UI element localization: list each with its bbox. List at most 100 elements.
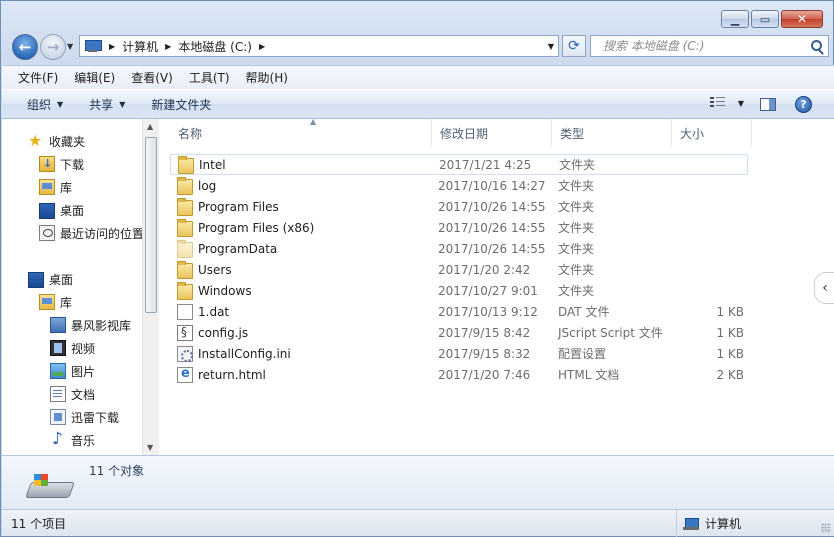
- recent-pages-dropdown[interactable]: ▼: [67, 42, 73, 51]
- column-header-size[interactable]: 大小: [672, 119, 752, 147]
- column-size-label: 大小: [680, 126, 705, 141]
- file-name: Program Files (x86): [198, 220, 315, 235]
- search-icon[interactable]: [811, 40, 822, 51]
- back-button[interactable]: ←: [12, 34, 38, 60]
- arrow-right-icon: →: [46, 38, 60, 56]
- recent-places-icon: [39, 225, 55, 241]
- file-name: 1.dat: [198, 304, 230, 319]
- address-bar[interactable]: ▶ 计算机 ▶ 本地磁盘 (C:) ▶ ▼: [79, 35, 559, 57]
- nav-libraries[interactable]: 库: [39, 291, 72, 313]
- file-name: config.js: [198, 325, 249, 340]
- close-button[interactable]: ✕: [781, 10, 823, 28]
- table-row[interactable]: return.html 2017/1/20 7:46 HTML 文档 2 KB: [170, 364, 750, 385]
- table-row[interactable]: InstallConfig.ini 2017/9/15 8:32 配置设置 1 KB: [170, 343, 750, 364]
- file-date: 2017/10/16 14:27: [438, 178, 546, 193]
- hidden-folder-icon: [177, 239, 193, 258]
- nav-lib-pictures[interactable]: 图片: [50, 360, 95, 382]
- html-file-icon: [177, 366, 193, 383]
- forward-button[interactable]: →: [40, 34, 66, 60]
- expand-pane-button[interactable]: ‹: [814, 272, 834, 304]
- nav-lib-baofeng[interactable]: 暴风影视库: [50, 314, 131, 336]
- minimize-button[interactable]: ▁: [721, 10, 749, 28]
- computer-icon: [683, 517, 699, 531]
- scroll-thumb[interactable]: [145, 137, 157, 313]
- nav-lib-xunlei[interactable]: 迅雷下载: [50, 406, 119, 428]
- menu-view[interactable]: 查看(V): [125, 67, 179, 88]
- details-pane: 11 个对象: [2, 455, 834, 509]
- scroll-down-icon[interactable]: ▼: [147, 443, 153, 452]
- new-folder-button[interactable]: 新建文件夹: [142, 93, 220, 116]
- nav-favorites-label: 收藏夹: [49, 134, 86, 149]
- breadcrumb-local-disk[interactable]: 本地磁盘 (C:): [178, 38, 252, 55]
- status-item-count: 11 个项目: [11, 517, 67, 531]
- change-view-button[interactable]: ▼: [709, 97, 744, 109]
- nav-downloads[interactable]: 下载: [39, 153, 84, 175]
- table-row[interactable]: config.js 2017/9/15 8:42 JScript Script 文件…: [170, 322, 750, 343]
- scroll-up-icon[interactable]: ▲: [147, 122, 153, 131]
- nav-lib-documents-label: 文档: [71, 387, 96, 402]
- chevron-right-icon[interactable]: ▶: [165, 42, 171, 51]
- column-header-row: 名称 ▲ 修改日期 类型 大小: [160, 117, 834, 147]
- file-icon: [177, 303, 193, 320]
- table-row[interactable]: log 2017/10/16 14:27 文件夹: [170, 175, 750, 196]
- nav-lib-documents[interactable]: 文档: [50, 383, 95, 405]
- file-type: DAT 文件: [558, 305, 610, 319]
- file-date: 2017/10/13 9:12: [438, 304, 538, 319]
- file-type: 文件夹: [558, 221, 595, 235]
- file-name: log: [198, 178, 217, 193]
- help-icon[interactable]: ?: [795, 96, 812, 113]
- search-input[interactable]: [601, 38, 801, 54]
- navigation-scrollbar[interactable]: ▲ ▼: [142, 119, 159, 455]
- menu-help[interactable]: 帮助(H): [240, 67, 294, 88]
- address-dropdown[interactable]: ▼: [548, 42, 554, 51]
- nav-lib-baofeng-label: 暴风影视库: [71, 318, 132, 333]
- star-icon: [28, 131, 44, 150]
- table-row[interactable]: Program Files 2017/10/26 14:55 文件夹: [170, 196, 750, 217]
- status-location: 计算机: [676, 510, 741, 537]
- nav-recent-places-label: 最近访问的位置: [60, 226, 142, 241]
- table-row[interactable]: Users 2017/1/20 2:42 文件夹: [170, 259, 750, 280]
- nav-lib-music[interactable]: 音乐: [50, 429, 95, 451]
- nav-favorites[interactable]: 收藏夹: [28, 130, 85, 152]
- table-row[interactable]: Program Files (x86) 2017/10/26 14:55 文件夹: [170, 217, 750, 238]
- table-row[interactable]: ProgramData 2017/10/26 14:55 文件夹: [170, 238, 750, 259]
- column-header-date[interactable]: 修改日期: [432, 119, 552, 147]
- menu-file[interactable]: 文件(F): [12, 67, 64, 88]
- settings-file-icon: [177, 345, 193, 362]
- table-row[interactable]: Intel 2017/1/21 4:25 文件夹: [170, 154, 748, 175]
- preview-pane-icon[interactable]: [760, 98, 776, 111]
- refresh-icon: ⟳: [568, 38, 580, 54]
- share-button[interactable]: 共享 ▼: [80, 93, 134, 116]
- column-type-label: 类型: [560, 126, 585, 141]
- folder-icon: [177, 197, 193, 216]
- nav-library-shortcut[interactable]: 库: [39, 176, 72, 198]
- content-area: 收藏夹 下载 库 桌面 最近访问的位置 桌面: [2, 117, 834, 455]
- folder-icon: [177, 281, 193, 300]
- chevron-right-icon[interactable]: ▶: [109, 42, 115, 51]
- chevron-right-icon[interactable]: ▶: [259, 42, 265, 51]
- nav-lib-videos[interactable]: 视频: [50, 337, 95, 359]
- table-row[interactable]: 1.dat 2017/10/13 9:12 DAT 文件 1 KB: [170, 301, 750, 322]
- nav-desktop[interactable]: 桌面: [28, 268, 73, 290]
- organize-label: 组织: [27, 97, 52, 112]
- table-row[interactable]: Windows 2017/10/27 9:01 文件夹: [170, 280, 750, 301]
- menu-edit[interactable]: 编辑(E): [68, 67, 121, 88]
- file-type: 文件夹: [558, 200, 595, 214]
- maximize-button[interactable]: ▭: [751, 10, 779, 28]
- nav-desktop-shortcut-label: 桌面: [60, 203, 85, 218]
- library-icon: [39, 294, 55, 310]
- menu-bar: 文件(F) 编辑(E) 查看(V) 工具(T) 帮助(H): [2, 65, 834, 89]
- refresh-button[interactable]: ⟳: [562, 35, 586, 57]
- file-size: 1 KB: [716, 346, 744, 361]
- column-header-name[interactable]: 名称 ▲: [170, 117, 432, 147]
- breadcrumb-computer[interactable]: 计算机: [122, 38, 158, 55]
- nav-desktop-shortcut[interactable]: 桌面: [39, 199, 84, 221]
- menu-tools[interactable]: 工具(T): [183, 67, 236, 88]
- resize-grip[interactable]: [821, 523, 831, 533]
- nav-recent-places[interactable]: 最近访问的位置: [39, 222, 142, 244]
- column-header-type[interactable]: 类型: [552, 119, 672, 147]
- desktop-icon: [28, 272, 44, 288]
- navigation-pane: 收藏夹 下载 库 桌面 最近访问的位置 桌面: [2, 119, 142, 455]
- folder-icon: [177, 176, 193, 195]
- organize-button[interactable]: 组织 ▼: [18, 93, 72, 116]
